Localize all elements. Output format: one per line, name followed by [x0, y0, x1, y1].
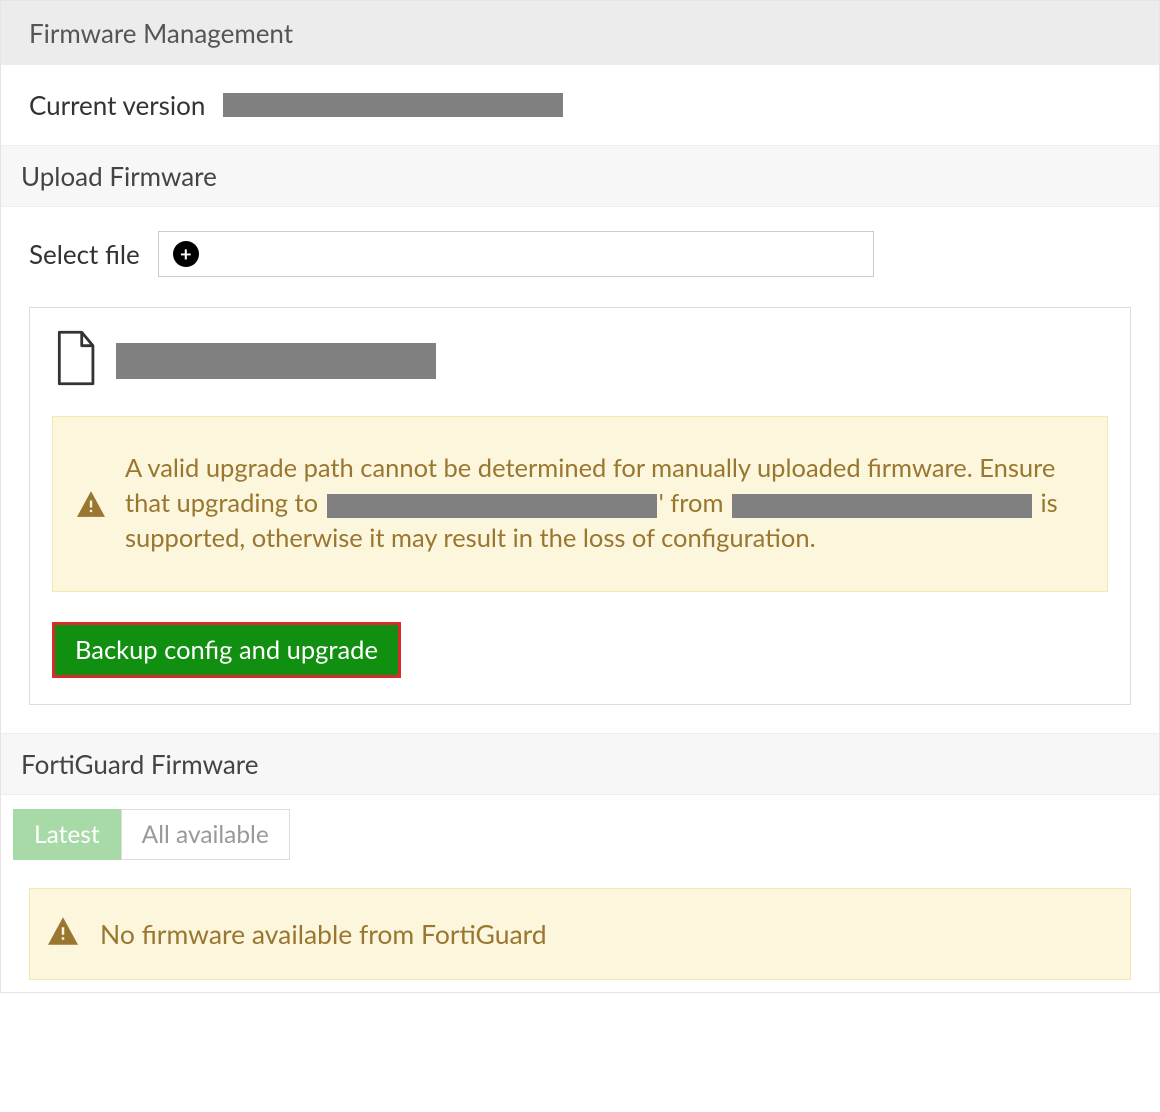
select-file-label: Select file: [29, 238, 140, 270]
upload-firmware-header: Upload Firmware: [1, 145, 1159, 207]
select-file-input[interactable]: +: [158, 231, 874, 277]
fortiguard-tabs: Latest All available: [1, 795, 1159, 874]
current-version-label: Current version: [29, 89, 205, 121]
backup-and-upgrade-button[interactable]: Backup config and upgrade: [52, 622, 401, 678]
fortiguard-warning-box: No firmware available from FortiGuard: [29, 888, 1131, 980]
panel-title: Firmware Management: [1, 1, 1159, 65]
fortiguard-header: FortiGuard Firmware: [1, 733, 1159, 795]
add-file-icon: +: [173, 241, 199, 267]
current-version-value-redacted: [223, 93, 563, 117]
warning-icon: [48, 917, 78, 951]
upgrade-warning-text: A valid upgrade path cannot be determine…: [125, 451, 1077, 557]
upload-card: A valid upgrade path cannot be determine…: [29, 307, 1131, 705]
warning-icon: [77, 491, 105, 517]
file-icon: [52, 330, 98, 392]
upgrade-warning-box: A valid upgrade path cannot be determine…: [52, 416, 1108, 592]
tab-latest[interactable]: Latest: [13, 809, 121, 860]
fortiguard-warning-text: No firmware available from FortiGuard: [100, 918, 547, 950]
file-name-redacted: [116, 343, 436, 379]
tab-all-available[interactable]: All available: [121, 809, 290, 860]
